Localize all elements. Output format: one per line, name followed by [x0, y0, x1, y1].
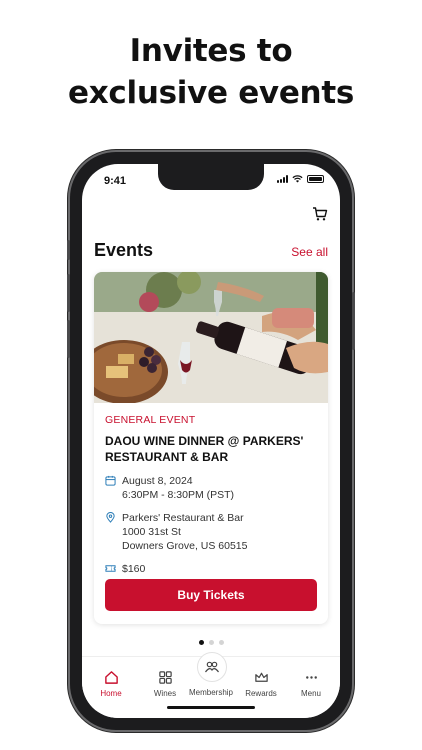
people-icon [205, 661, 219, 673]
headline-line-1: Invites to [129, 33, 293, 69]
tab-wines[interactable]: Wines [139, 670, 191, 698]
app-screen: 9:41 Events See all GENERAL EVENT DAOU W… [82, 164, 340, 718]
event-photo [94, 272, 328, 403]
status-time: 9:41 [104, 175, 127, 187]
headline-line-2: exclusive events [68, 75, 354, 111]
event-category: GENERAL EVENT [105, 414, 196, 426]
calendar-icon [105, 475, 116, 486]
carousel-pagination [82, 640, 340, 645]
location-pin-icon [106, 512, 115, 523]
battery-icon [307, 175, 324, 183]
buy-tickets-button[interactable]: Buy Tickets [105, 579, 317, 611]
event-date: August 8, 2024 [122, 475, 193, 487]
event-venue: Parkers' Restaurant & Bar [122, 512, 244, 524]
pagination-dot[interactable] [198, 640, 204, 645]
event-location-row: Parkers' Restaurant & Bar 1000 31st St D… [105, 511, 317, 553]
pagination-dot[interactable] [208, 640, 214, 645]
tab-home-label: Home [100, 689, 122, 698]
events-section-title: Events [94, 240, 154, 260]
tab-home[interactable]: Home [85, 670, 137, 698]
crown-icon [254, 672, 268, 682]
event-date-row: August 8, 2024 6:30PM - 8:30PM (PST) [105, 474, 317, 502]
notch [158, 164, 264, 190]
status-icons [277, 175, 324, 183]
tab-membership-label: Membership [188, 688, 233, 697]
grid-icon [158, 671, 172, 684]
wifi-icon [292, 175, 303, 183]
membership-center-button[interactable] [197, 652, 227, 682]
event-price: $160 [122, 563, 146, 575]
see-all-link[interactable]: See all [291, 245, 328, 259]
tab-rewards-label: Rewards [245, 689, 277, 698]
event-card[interactable]: GENERAL EVENT DAOU WINE DINNER @ PARKERS… [94, 272, 328, 624]
pagination-dot[interactable] [218, 640, 224, 645]
phone-frame: 9:41 Events See all GENERAL EVENT DAOU W… [67, 152, 355, 730]
tab-menu-label: Menu [300, 689, 321, 698]
tab-membership[interactable]: Membership [185, 688, 237, 697]
signal-icon [277, 175, 288, 183]
tab-menu[interactable]: Menu [285, 670, 337, 698]
event-time: 6:30PM - 8:30PM (PST) [122, 489, 235, 501]
home-indicator [167, 706, 255, 709]
event-address-line2: Downers Grove, US 60515 [122, 540, 248, 552]
home-icon [104, 671, 118, 684]
more-icon [305, 676, 317, 679]
ticket-icon [105, 565, 116, 572]
event-price-row: $160 [105, 562, 317, 576]
event-address-line1: 1000 31st St [122, 526, 181, 538]
event-title: DAOU WINE DINNER @ PARKERS' RESTAURANT &… [105, 434, 304, 464]
cart-icon[interactable] [312, 206, 328, 222]
promo-headline: Invites to exclusive events [0, 30, 422, 114]
tab-rewards[interactable]: Rewards [235, 670, 287, 698]
tab-wines-label: Wines [153, 689, 177, 698]
